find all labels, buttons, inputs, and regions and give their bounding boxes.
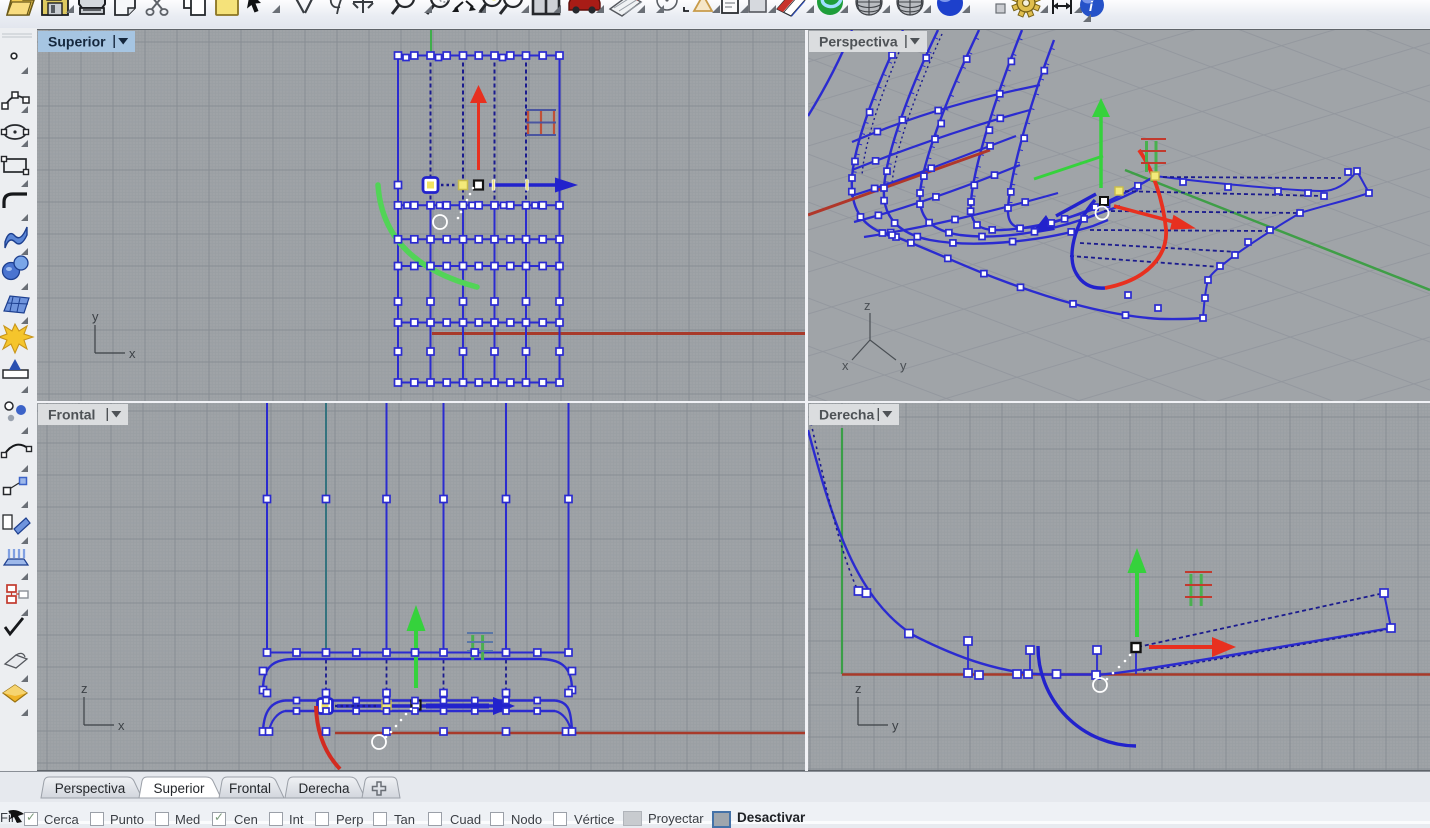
svg-text:Frontal: Frontal bbox=[229, 781, 271, 796]
svg-text:x: x bbox=[118, 718, 125, 733]
svg-text:y: y bbox=[92, 309, 99, 324]
svg-text:y: y bbox=[892, 718, 899, 733]
svg-text:Derecha: Derecha bbox=[298, 781, 350, 796]
svg-text:z: z bbox=[81, 681, 88, 696]
svg-text:z: z bbox=[864, 298, 871, 313]
svg-text:Superior: Superior bbox=[48, 34, 106, 50]
svg-text:z: z bbox=[855, 681, 862, 696]
svg-text:Derecha: Derecha bbox=[819, 407, 874, 423]
svg-text:Frontal: Frontal bbox=[48, 407, 95, 423]
svg-text:x: x bbox=[129, 346, 136, 361]
svg-text:x: x bbox=[842, 358, 849, 373]
svg-text:Perspectiva: Perspectiva bbox=[55, 781, 126, 796]
svg-text:y: y bbox=[900, 358, 907, 373]
svg-text:Superior: Superior bbox=[153, 781, 205, 796]
svg-text:Perspectiva: Perspectiva bbox=[819, 34, 898, 50]
